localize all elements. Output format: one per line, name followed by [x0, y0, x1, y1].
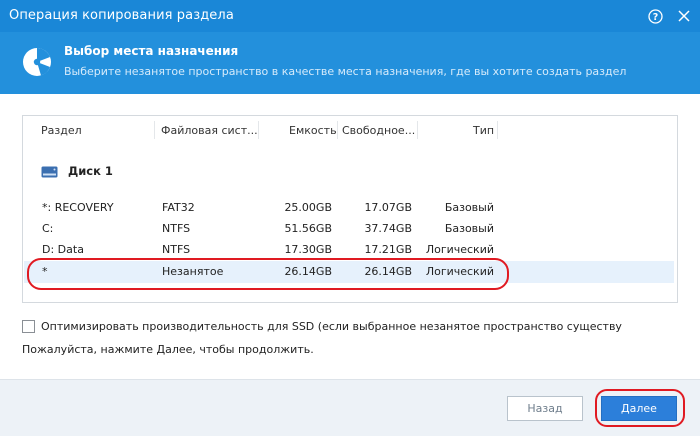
back-button[interactable]: Назад [507, 396, 583, 421]
partition-capacity: 17.30GB [284, 243, 332, 256]
partition-type: Базовый [444, 222, 494, 235]
table-row[interactable]: C: NTFS 51.56GB 37.74GB Базовый [24, 218, 674, 240]
ssd-checkbox-label: Оптимизировать производительность для SS… [41, 320, 622, 333]
column-header-type[interactable]: Тип [473, 124, 494, 137]
column-separator [337, 121, 338, 139]
partition-name: *: RECOVERY [42, 201, 114, 214]
svg-text:?: ? [652, 12, 658, 23]
table-header: Раздел Файловая сист... Емкость Свободно… [23, 116, 677, 144]
hard-disk-icon [41, 166, 58, 178]
partition-name: C: [42, 222, 54, 235]
title-bar: Операция копирования раздела ? [0, 0, 700, 32]
header-subtitle: Выберите незанятое пространство в качест… [64, 65, 627, 78]
partition-filesystem: NTFS [162, 243, 191, 256]
help-button[interactable]: ? [642, 4, 668, 28]
close-icon [678, 10, 690, 22]
table-row[interactable]: *: RECOVERY FAT32 25.00GB 17.07GB Базовы… [24, 197, 674, 219]
partition-capacity: 51.56GB [284, 222, 332, 235]
column-separator [417, 121, 418, 139]
partition-free: 17.21GB [364, 243, 412, 256]
continue-hint: Пожалуйста, нажмите Далее, чтобы продолж… [22, 343, 314, 356]
selection-highlight-annotation [27, 258, 509, 290]
header-title: Выбор места назначения [64, 44, 239, 58]
partition-capacity: 25.00GB [284, 201, 332, 214]
partition-type: Базовый [444, 201, 494, 214]
column-separator [497, 121, 498, 139]
column-header-capacity[interactable]: Емкость [289, 124, 337, 137]
column-separator [258, 121, 259, 139]
next-button-highlight-annotation [595, 389, 685, 427]
column-header-filesystem[interactable]: Файловая сист... [161, 124, 258, 137]
partition-free: 37.74GB [364, 222, 412, 235]
window-title: Операция копирования раздела [9, 8, 234, 23]
partition-type: Логический [425, 243, 494, 256]
wizard-header: Выбор места назначения Выберите незанято… [0, 32, 700, 94]
column-header-free[interactable]: Свободное... [342, 124, 415, 137]
partition-name: D: Data [42, 243, 84, 256]
partition-filesystem: NTFS [162, 222, 191, 235]
help-icon: ? [647, 8, 663, 24]
close-button[interactable] [671, 4, 697, 28]
partition-filesystem: FAT32 [162, 201, 195, 214]
column-separator [154, 121, 155, 139]
column-header-partition[interactable]: Раздел [41, 124, 82, 137]
partition-free: 17.07GB [364, 201, 412, 214]
pie-chart-icon [23, 48, 51, 76]
ssd-checkbox[interactable] [22, 320, 35, 333]
disk-label: Диск 1 [68, 164, 113, 178]
